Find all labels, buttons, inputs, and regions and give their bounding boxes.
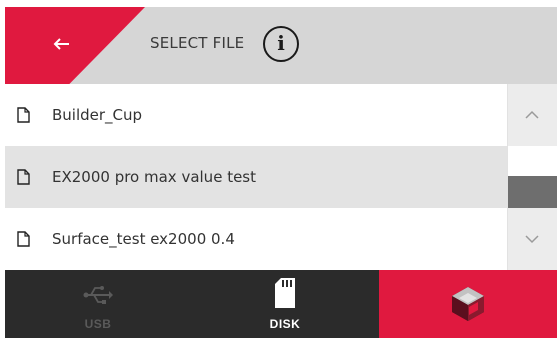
sd-card-icon — [275, 278, 295, 308]
info-icon-glyph: i — [277, 31, 285, 55]
list-item[interactable]: Builder_Cup — [5, 84, 507, 146]
page-title: SELECT FILE — [150, 34, 245, 52]
usb-icon — [83, 286, 113, 304]
scrollbar — [507, 84, 557, 270]
tab-usb[interactable]: USB — [5, 270, 191, 338]
chevron-up-icon — [525, 110, 539, 119]
file-list: Builder_Cup EX2000 pro max value test Su… — [5, 84, 507, 270]
tab-brand[interactable] — [379, 270, 557, 338]
file-icon — [17, 231, 30, 247]
header-bar: SELECT FILE i — [5, 7, 557, 84]
scroll-thumb[interactable] — [508, 176, 557, 208]
scroll-down-button[interactable] — [508, 208, 557, 270]
chevron-down-icon — [525, 235, 539, 244]
tab-disk-label: DISK — [269, 317, 301, 331]
list-item[interactable]: Surface_test ex2000 0.4 — [5, 208, 507, 270]
file-name: Builder_Cup — [52, 106, 143, 124]
scroll-track[interactable] — [508, 146, 557, 208]
bottom-tab-bar: USB DISK — [5, 270, 557, 338]
file-select-screen: SELECT FILE i Builder_Cup EX2000 pro max… — [5, 7, 557, 338]
file-icon — [17, 107, 30, 123]
file-name: EX2000 pro max value test — [52, 168, 256, 186]
tab-usb-label: USB — [84, 317, 112, 331]
tab-disk[interactable]: DISK — [191, 270, 379, 338]
brand-cube-icon — [452, 287, 484, 321]
scroll-up-button[interactable] — [508, 84, 557, 146]
file-name: Surface_test ex2000 0.4 — [52, 230, 235, 248]
arrow-left-icon[interactable] — [47, 29, 77, 59]
list-item[interactable]: EX2000 pro max value test — [5, 146, 507, 208]
info-icon[interactable]: i — [263, 26, 299, 62]
file-icon — [17, 169, 30, 185]
